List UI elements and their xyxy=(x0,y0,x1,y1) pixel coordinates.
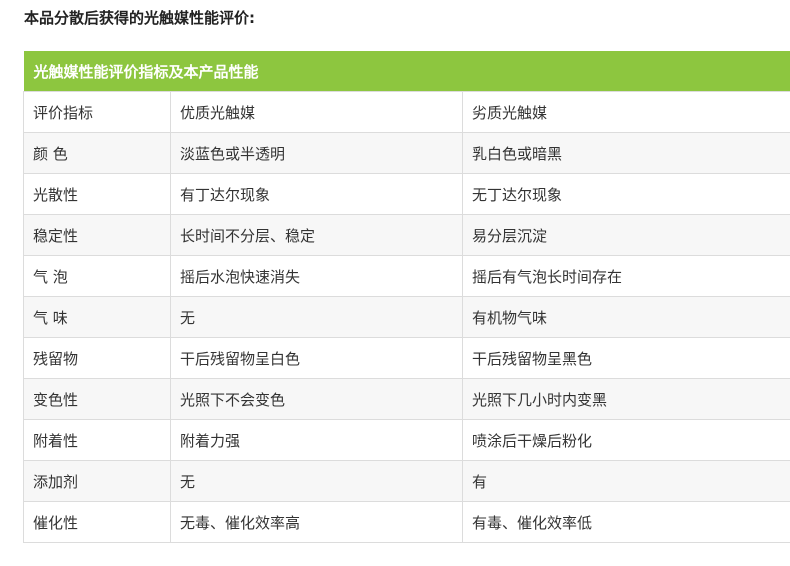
table-row: 气 味 无 有机物气味 xyxy=(23,296,790,338)
criterion-cell: 气 味 xyxy=(23,296,171,338)
criterion-cell: 光散性 xyxy=(23,173,171,215)
inferior-cell: 有毒、催化效率低 xyxy=(461,501,790,543)
table-title: 光触媒性能评价指标及本产品性能 xyxy=(23,51,790,92)
table-row: 光散性 有丁达尔现象 无丁达尔现象 xyxy=(23,173,790,215)
quality-cell: 无 xyxy=(170,460,463,502)
table-header-row: 光触媒性能评价指标及本产品性能 xyxy=(23,51,790,92)
criterion-cell: 稳定性 xyxy=(23,214,171,256)
table-row: 颜 色 淡蓝色或半透明 乳白色或暗黑 xyxy=(23,132,790,174)
quality-cell: 有丁达尔现象 xyxy=(170,173,463,215)
inferior-cell: 光照下几小时内变黑 xyxy=(461,378,790,420)
table-row: 残留物 干后残留物呈白色 干后残留物呈黑色 xyxy=(23,337,790,379)
criterion-cell: 变色性 xyxy=(23,378,171,420)
table-row: 催化性 无毒、催化效率高 有毒、催化效率低 xyxy=(23,501,790,543)
table-row: 变色性 光照下不会变色 光照下几小时内变黑 xyxy=(23,378,790,420)
quality-cell: 长时间不分层、稳定 xyxy=(170,214,463,256)
quality-cell: 附着力强 xyxy=(170,419,463,461)
quality-cell: 无毒、催化效率高 xyxy=(170,501,463,543)
inferior-cell: 有 xyxy=(461,460,790,502)
table-row: 添加剂 无 有 xyxy=(23,460,790,502)
inferior-cell: 无丁达尔现象 xyxy=(461,173,790,215)
inferior-cell: 劣质光触媒 xyxy=(461,91,790,133)
criterion-cell: 评价指标 xyxy=(23,91,171,133)
inferior-cell: 易分层沉淀 xyxy=(461,214,790,256)
inferior-cell: 干后残留物呈黑色 xyxy=(461,337,790,379)
criterion-cell: 添加剂 xyxy=(23,460,171,502)
inferior-cell: 喷涂后干燥后粉化 xyxy=(461,419,790,461)
criterion-cell: 附着性 xyxy=(23,419,171,461)
quality-cell: 优质光触媒 xyxy=(170,91,463,133)
criterion-cell: 颜 色 xyxy=(23,132,171,174)
quality-cell: 摇后水泡快速消失 xyxy=(170,255,463,297)
quality-cell: 淡蓝色或半透明 xyxy=(170,132,463,174)
intro-text: 本品分散后获得的光触媒性能评价: xyxy=(24,9,256,27)
quality-cell: 光照下不会变色 xyxy=(170,378,463,420)
quality-cell: 干后残留物呈白色 xyxy=(170,337,463,379)
inferior-cell: 乳白色或暗黑 xyxy=(461,132,790,174)
quality-cell: 无 xyxy=(170,296,463,338)
evaluation-table: 光触媒性能评价指标及本产品性能 评价指标 优质光触媒 劣质光触媒 颜 色 淡蓝色… xyxy=(23,51,790,543)
table-row: 评价指标 优质光触媒 劣质光触媒 xyxy=(23,91,790,133)
criterion-cell: 催化性 xyxy=(23,501,171,543)
criterion-cell: 残留物 xyxy=(23,337,171,379)
inferior-cell: 有机物气味 xyxy=(461,296,790,338)
table-row: 附着性 附着力强 喷涂后干燥后粉化 xyxy=(23,419,790,461)
table-row: 气 泡 摇后水泡快速消失 摇后有气泡长时间存在 xyxy=(23,255,790,297)
inferior-cell: 摇后有气泡长时间存在 xyxy=(461,255,790,297)
criterion-cell: 气 泡 xyxy=(23,255,171,297)
table-row: 稳定性 长时间不分层、稳定 易分层沉淀 xyxy=(23,214,790,256)
